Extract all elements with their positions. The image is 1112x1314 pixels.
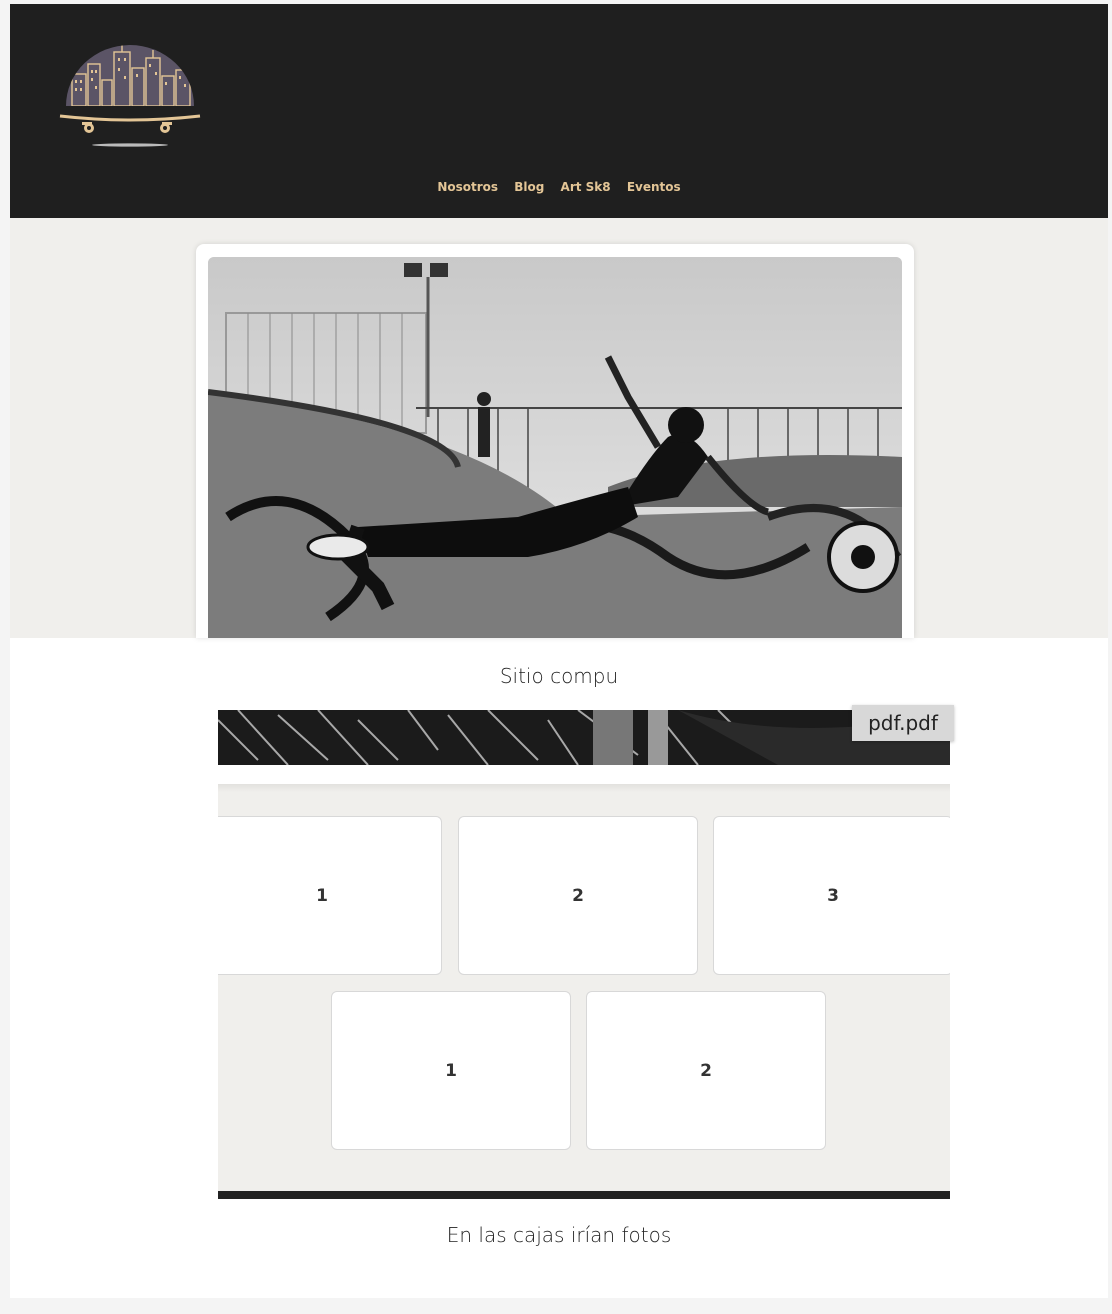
nav-link-eventos[interactable]: Eventos xyxy=(627,180,681,194)
gallery-bottom-bar xyxy=(218,1191,950,1199)
page: Nosotros Blog Art Sk8 Eventos Sitio comp… xyxy=(10,4,1108,1298)
pdf-download-button[interactable]: pdf.pdf xyxy=(852,705,954,741)
nav-link-nosotros[interactable]: Nosotros xyxy=(437,180,498,194)
photo-gallery: 1 2 3 1 2 xyxy=(218,784,950,1192)
skate-texture-banner xyxy=(218,710,950,765)
gallery-box-4[interactable]: 1 xyxy=(331,991,571,1150)
nav-link-art-sk8[interactable]: Art Sk8 xyxy=(561,180,611,194)
gallery-box-1[interactable]: 1 xyxy=(218,816,442,975)
hero-card xyxy=(196,244,914,638)
gallery-box-5[interactable]: 2 xyxy=(586,991,826,1150)
gallery-top-shadow xyxy=(218,784,950,792)
site-caption: Sitio compu xyxy=(499,664,619,688)
gallery-box-2[interactable]: 2 xyxy=(458,816,698,975)
gallery-caption: En las cajas irían fotos xyxy=(446,1223,672,1247)
gallery-box-3[interactable]: 3 xyxy=(713,816,950,975)
site-header: Nosotros Blog Art Sk8 Eventos xyxy=(10,4,1108,218)
skate-city-logo-icon[interactable] xyxy=(58,24,204,150)
main-nav: Nosotros Blog Art Sk8 Eventos xyxy=(10,180,1108,194)
skater-in-bowl-photo xyxy=(208,257,902,638)
nav-link-blog[interactable]: Blog xyxy=(514,180,544,194)
